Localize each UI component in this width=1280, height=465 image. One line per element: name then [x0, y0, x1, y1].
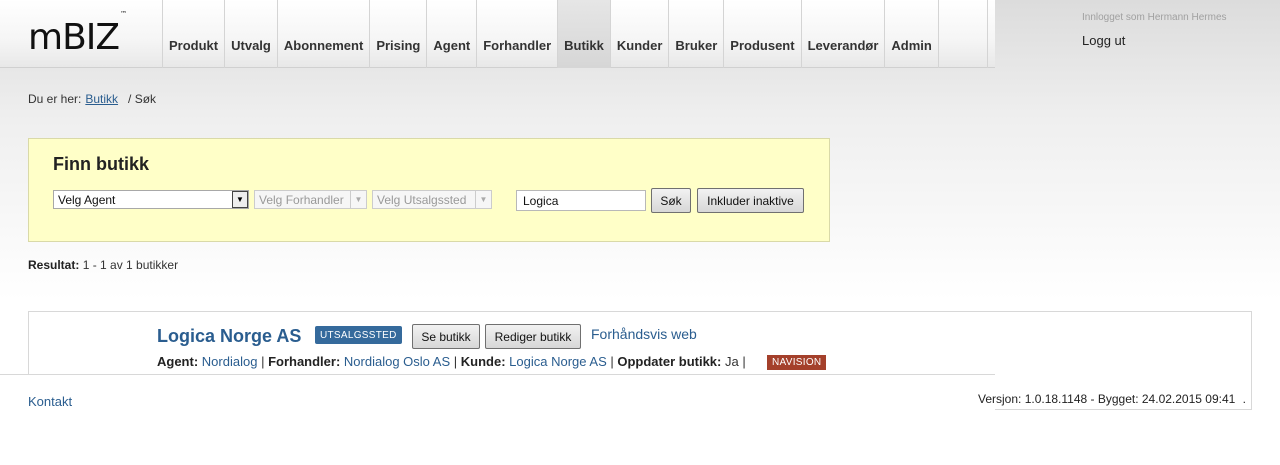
chevron-down-icon: ▼ [350, 191, 366, 208]
version-text: Versjon: 1.0.18.1148 - Bygget: 24.02.201… [978, 392, 1236, 406]
store-type-badge: UTSALGSSTED [315, 326, 402, 344]
nav-item-prising[interactable]: Prising [369, 0, 426, 68]
main-nav: Produkt Utvalg Abonnement Prising Agent … [162, 0, 988, 68]
nav-item-admin[interactable]: Admin [884, 0, 937, 68]
search-button[interactable]: Søk [651, 188, 691, 213]
breadcrumb-current: / Søk [128, 92, 157, 106]
breadcrumb-prefix: Du er her: [28, 92, 82, 106]
breadcrumb-link-butikk[interactable]: Butikk [85, 92, 118, 106]
store-name-link[interactable]: Logica Norge AS [157, 326, 301, 347]
nav-item-produkt[interactable]: Produkt [162, 0, 224, 68]
customer-link[interactable]: Logica Norge AS [509, 354, 607, 369]
dealer-label: Forhandler: [268, 354, 341, 369]
breadcrumb: Du er her: Butikk / Søk [28, 92, 156, 106]
store-meta: Agent: Nordialog | Forhandler: Nordialog… [157, 354, 746, 369]
chevron-down-icon: ▼ [232, 191, 248, 208]
nav-item-butikk[interactable]: Butikk [557, 0, 610, 68]
agent-select-value: Velg Agent [58, 192, 116, 207]
chevron-down-icon: ▼ [475, 191, 491, 208]
mbiz-logo[interactable]: mBIZ™ [28, 10, 127, 58]
search-title: Finn butikk [53, 154, 149, 174]
footer: Kontakt [0, 374, 995, 465]
result-text: 1 - 1 av 1 butikker [82, 258, 179, 272]
dealer-select-value: Velg Forhandler [259, 192, 344, 207]
nav-item-forhandler[interactable]: Forhandler [476, 0, 557, 68]
version-suffix: . [1242, 392, 1246, 406]
logo-trademark: ™ [120, 10, 127, 18]
nav-item-agent[interactable]: Agent [426, 0, 476, 68]
search-input[interactable] [516, 190, 646, 211]
nav-item-produsent[interactable]: Produsent [723, 0, 800, 68]
outlet-select[interactable]: Velg Utsalgssted ▼ [372, 190, 492, 209]
nav-item-bruker[interactable]: Bruker [668, 0, 723, 68]
nav-spacer [937, 0, 988, 68]
agent-select[interactable]: Velg Agent ▼ [53, 190, 249, 209]
nav-item-kunder[interactable]: Kunder [609, 0, 669, 68]
update-label: Oppdater butikk: [617, 354, 722, 369]
nav-item-leverandor[interactable]: Leverandør [800, 0, 885, 68]
outlet-select-value: Velg Utsalgssted [377, 192, 467, 207]
view-store-button[interactable]: Se butikk [412, 324, 480, 349]
search-panel: Finn butikk Velg Agent ▼ Velg Forhandler… [28, 138, 830, 242]
version-info: Versjon: 1.0.18.1148 - Bygget: 24.02.201… [978, 392, 1246, 406]
result-label: Resultat: [28, 258, 80, 272]
update-value: Ja [725, 354, 739, 369]
nav-item-utvalg[interactable]: Utvalg [224, 0, 277, 68]
agent-label: Agent: [157, 354, 199, 369]
dealer-link[interactable]: Nordialog Oslo AS [344, 354, 450, 369]
contact-link[interactable]: Kontakt [28, 394, 72, 409]
logo-text: mBIZ [28, 17, 120, 58]
nav-item-abonnement[interactable]: Abonnement [276, 0, 369, 68]
preview-web-link[interactable]: Forhåndsvis web [591, 326, 697, 342]
result-count: Resultat: 1 - 1 av 1 butikker [28, 258, 178, 272]
agent-link[interactable]: Nordialog [202, 354, 258, 369]
customer-label: Kunde: [460, 354, 506, 369]
include-inactive-button[interactable]: Inkluder inaktive [697, 188, 804, 213]
dealer-select[interactable]: Velg Forhandler ▼ [254, 190, 367, 209]
navision-badge: NAVISION [767, 355, 827, 370]
top-header: mBIZ™ Produkt Utvalg Abonnement Prising … [0, 0, 995, 68]
logged-in-as: Innlogget som Hermann Hermes [1082, 12, 1227, 23]
logout-link[interactable]: Logg ut [1082, 33, 1125, 48]
edit-store-button[interactable]: Rediger butikk [485, 324, 581, 349]
